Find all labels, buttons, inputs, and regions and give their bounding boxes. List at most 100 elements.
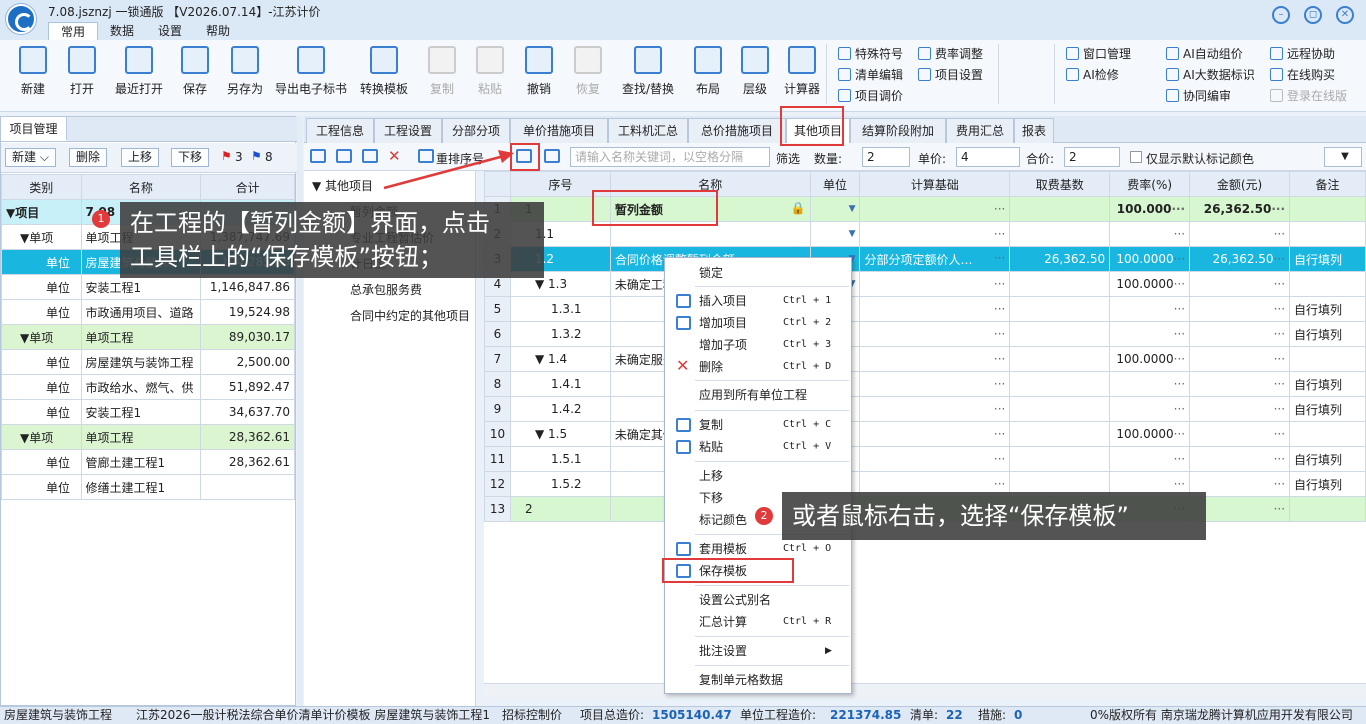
project-row[interactable]: 单位 市政给水、燃气、供 51,892.47 <box>1 374 295 400</box>
grid-cell-seq[interactable]: 1.4.2 <box>509 396 611 422</box>
grid-row[interactable]: 11 1.5.1 ··· ··· ··· 自行填列 <box>484 446 1366 472</box>
context-menu-item-7[interactable]: 粘贴 Ctrl + V <box>665 436 853 458</box>
ellipsis-icon[interactable]: ··· <box>1274 327 1285 341</box>
tab-3[interactable]: 单价措施项目 <box>510 118 608 143</box>
grid-cell-seq[interactable]: 1.3.2 <box>509 321 611 347</box>
delete-button[interactable]: 删除 <box>69 148 108 167</box>
context-menu-item-14[interactable]: 汇总计算 Ctrl + R <box>665 611 853 633</box>
grid-cell-note[interactable] <box>1289 496 1366 522</box>
grid-cell-amt[interactable]: ··· <box>1189 421 1291 447</box>
new-button[interactable]: 新建 ⌵ <box>5 148 56 167</box>
qty-stepper[interactable]: 2 <box>862 147 910 167</box>
grid-cell-rate[interactable]: 100.000 ··· <box>1109 196 1191 222</box>
project-row[interactable]: 单位 安装工程1 1,146,847.86 <box>1 274 295 300</box>
grid-cell-i[interactable]: 12 <box>484 471 511 497</box>
grid-cell-i[interactable]: 8 <box>484 371 511 397</box>
context-menu-item-13[interactable]: 设置公式别名 <box>665 589 853 611</box>
project-row[interactable]: 单位 市政通用项目、道路 19,524.98 <box>1 299 295 325</box>
grid-cell-fb[interactable] <box>1009 371 1111 397</box>
grid-cell-amt[interactable]: ··· <box>1189 396 1291 422</box>
context-menu-item-8[interactable]: 上移 <box>665 465 853 487</box>
small5-cmd-1[interactable]: 在线购买 <box>1270 65 1335 85</box>
small5-cmd-2[interactable]: 登录在线版 <box>1270 86 1347 106</box>
grid-cell-rate[interactable]: ··· <box>1109 296 1191 322</box>
grid-cell-rate[interactable]: 100.0000 ··· <box>1109 246 1191 272</box>
project-row[interactable]: 单位 管廊土建工程1 28,362.61 <box>1 449 295 475</box>
grid-cell-base[interactable]: ··· <box>859 371 1011 397</box>
grid-cell-note[interactable]: 自行填列 <box>1289 446 1366 472</box>
col-note[interactable]: 备注 <box>1289 171 1366 197</box>
tab-5[interactable]: 总价措施项目 <box>688 118 786 143</box>
collapse-icon[interactable] <box>336 149 352 163</box>
ellipsis-icon[interactable]: ··· <box>1274 302 1285 316</box>
col-total[interactable]: 合计 <box>200 174 295 200</box>
ellipsis-icon[interactable]: ··· <box>1274 227 1285 241</box>
project-row[interactable]: 单位 房屋建筑与装饰工程 2,500.00 <box>1 349 295 375</box>
grid-cell-rate[interactable]: 100.0000 ··· <box>1109 346 1191 372</box>
ellipsis-icon[interactable]: ··· <box>1274 452 1285 466</box>
project-row[interactable]: 单位 修缮土建工程1 <box>1 474 295 500</box>
ellipsis-icon[interactable]: ··· <box>1274 377 1285 391</box>
tab-4[interactable]: 工料机汇总 <box>608 118 688 143</box>
context-menu-item-0[interactable]: 锁定 <box>665 262 853 284</box>
grid-cell-fb[interactable] <box>1009 421 1111 447</box>
grid-cell-seq[interactable]: 1.5.2 <box>509 471 611 497</box>
grid-cell-base[interactable]: ··· <box>859 346 1011 372</box>
context-menu-item-1[interactable]: 插入项目 Ctrl + 1 <box>665 290 853 312</box>
menu-tab-settings[interactable]: 设置 <box>146 22 194 40</box>
close-icon[interactable]: ✕ <box>1336 6 1354 24</box>
grid-cell-note[interactable] <box>1289 421 1366 447</box>
grid-cell-unit[interactable]: ▼ <box>809 196 861 222</box>
grid-cell-fb[interactable]: 26,362.50 <box>1009 246 1111 272</box>
ellipsis-icon[interactable]: ··· <box>1174 377 1185 391</box>
context-menu-item-15[interactable]: 批注设置 ▶ <box>665 640 853 662</box>
unit-dropdown-icon[interactable]: ▼ <box>849 229 856 239</box>
ribbon-button-4[interactable]: 另存为 <box>218 42 272 106</box>
filter-button[interactable]: 筛选 <box>776 150 800 167</box>
ribbon-button-12[interactable]: 布局 <box>684 42 732 106</box>
grid-cell-i[interactable]: 13 <box>484 496 511 522</box>
apply-template-icon[interactable] <box>544 149 560 163</box>
grid-cell-fb[interactable] <box>1009 396 1111 422</box>
grid-cell-rate[interactable]: ··· <box>1109 446 1191 472</box>
ellipsis-icon[interactable]: ··· <box>994 352 1005 366</box>
grid-cell-base[interactable]: ··· <box>859 446 1011 472</box>
ellipsis-icon[interactable]: ··· <box>1174 252 1185 266</box>
show-default-checkbox[interactable] <box>1130 151 1142 163</box>
tree-item-5[interactable]: 合同中约定的其他项目 <box>350 307 470 324</box>
col-type[interactable]: 类别 <box>1 174 82 200</box>
menu-tab-data[interactable]: 数据 <box>98 22 146 40</box>
grid-cell-fb[interactable] <box>1009 446 1111 472</box>
grid-cell-i[interactable]: 7 <box>484 346 511 372</box>
grid-cell-amt[interactable]: 26,362.50 ··· <box>1189 196 1291 222</box>
ribbon-button-11[interactable]: 查找/替换 <box>612 42 684 106</box>
grid-cell-amt[interactable]: ··· <box>1189 221 1291 247</box>
grid-row[interactable]: 6 1.3.2 ··· ··· ··· 自行填列 <box>484 321 1366 347</box>
grid-row[interactable]: 8 1.4.1 ··· ··· ··· 自行填列 <box>484 371 1366 397</box>
small3-cmd-1[interactable]: AI检修 <box>1066 65 1119 85</box>
context-menu-item-6[interactable]: 复制 Ctrl + C <box>665 414 853 436</box>
ellipsis-icon[interactable]: ··· <box>1174 302 1185 316</box>
more-dropdown[interactable]: ▼ <box>1324 147 1362 167</box>
grid-cell-seq[interactable]: 1.4.1 <box>509 371 611 397</box>
ellipsis-icon[interactable]: ··· <box>1174 477 1185 491</box>
grid-row[interactable]: 10 ▼ 1.5 未确定其他 ··· 100.0000 ··· ··· <box>484 421 1366 447</box>
grid-cell-unit[interactable]: ▼ <box>809 221 861 247</box>
ellipsis-icon[interactable]: ··· <box>1171 202 1185 216</box>
ellipsis-icon[interactable]: ··· <box>1274 477 1285 491</box>
grid-cell-amt[interactable]: ··· <box>1189 346 1291 372</box>
tab-0[interactable]: 工程信息 <box>306 118 374 143</box>
grid-cell-rate[interactable]: ··· <box>1109 371 1191 397</box>
ellipsis-icon[interactable]: ··· <box>994 202 1005 216</box>
ellipsis-icon[interactable]: ··· <box>994 377 1005 391</box>
ellipsis-icon[interactable]: ··· <box>1174 427 1185 441</box>
project-row[interactable]: ▼单项 单项工程 89,030.17 <box>1 324 295 350</box>
grid-cell-amt[interactable]: ··· <box>1189 371 1291 397</box>
ellipsis-icon[interactable]: ··· <box>1174 402 1185 416</box>
total-stepper[interactable]: 2 <box>1064 147 1120 167</box>
tab-2[interactable]: 分部分项 <box>442 118 510 143</box>
ellipsis-icon[interactable]: ··· <box>994 402 1005 416</box>
ribbon-button-2[interactable]: 最近打开 <box>106 42 172 106</box>
ellipsis-icon[interactable]: ··· <box>994 452 1005 466</box>
red-flag-icon[interactable]: ⚑ <box>221 149 232 163</box>
